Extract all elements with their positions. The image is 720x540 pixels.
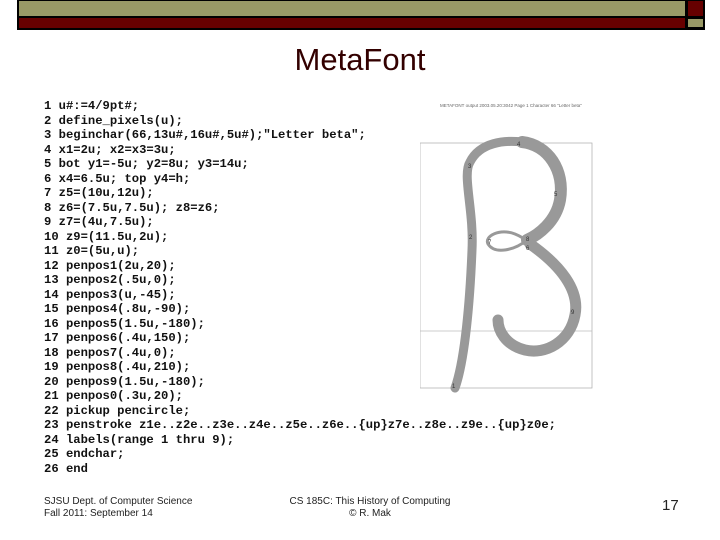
footer-left: SJSU Dept. of Computer Science Fall 2011… [44, 496, 192, 520]
footer-course: CS 185C: This History of Computing [289, 496, 451, 507]
footer-date: Fall 2011: September 14 [44, 508, 153, 519]
header-bar-bottom [19, 18, 685, 28]
footer-author: © R. Mak [349, 508, 391, 519]
header-square-tan [688, 19, 703, 27]
code-line: 26 end [44, 461, 88, 476]
figure-caption: METAFONT output 2003.05.20:3042 Page 1 C… [440, 103, 582, 108]
code-line: 25 endchar; [44, 447, 125, 461]
header-square-maroon [688, 1, 703, 16]
code-line: 22 pickup pencircle; [44, 403, 191, 418]
footer-dept: SJSU Dept. of Computer Science [44, 496, 193, 507]
code-line: 24 labels(range 1 thru 9); [44, 432, 235, 447]
letter-beta-figure: METAFONT output 2003.05.20:3042 Page 1 C… [420, 103, 593, 393]
code-line: 23 penstroke z1e..z2e..z3e..z4e..z5e..z6… [44, 418, 556, 432]
page-number: 17 [662, 497, 679, 514]
point-label-7: 7 [488, 240, 492, 246]
beta-glyph [450, 136, 582, 393]
footer-center: CS 185C: This History of Computing © R. … [270, 496, 470, 520]
header-bar-top [19, 1, 685, 16]
slide-title: MetaFont [294, 42, 426, 77]
